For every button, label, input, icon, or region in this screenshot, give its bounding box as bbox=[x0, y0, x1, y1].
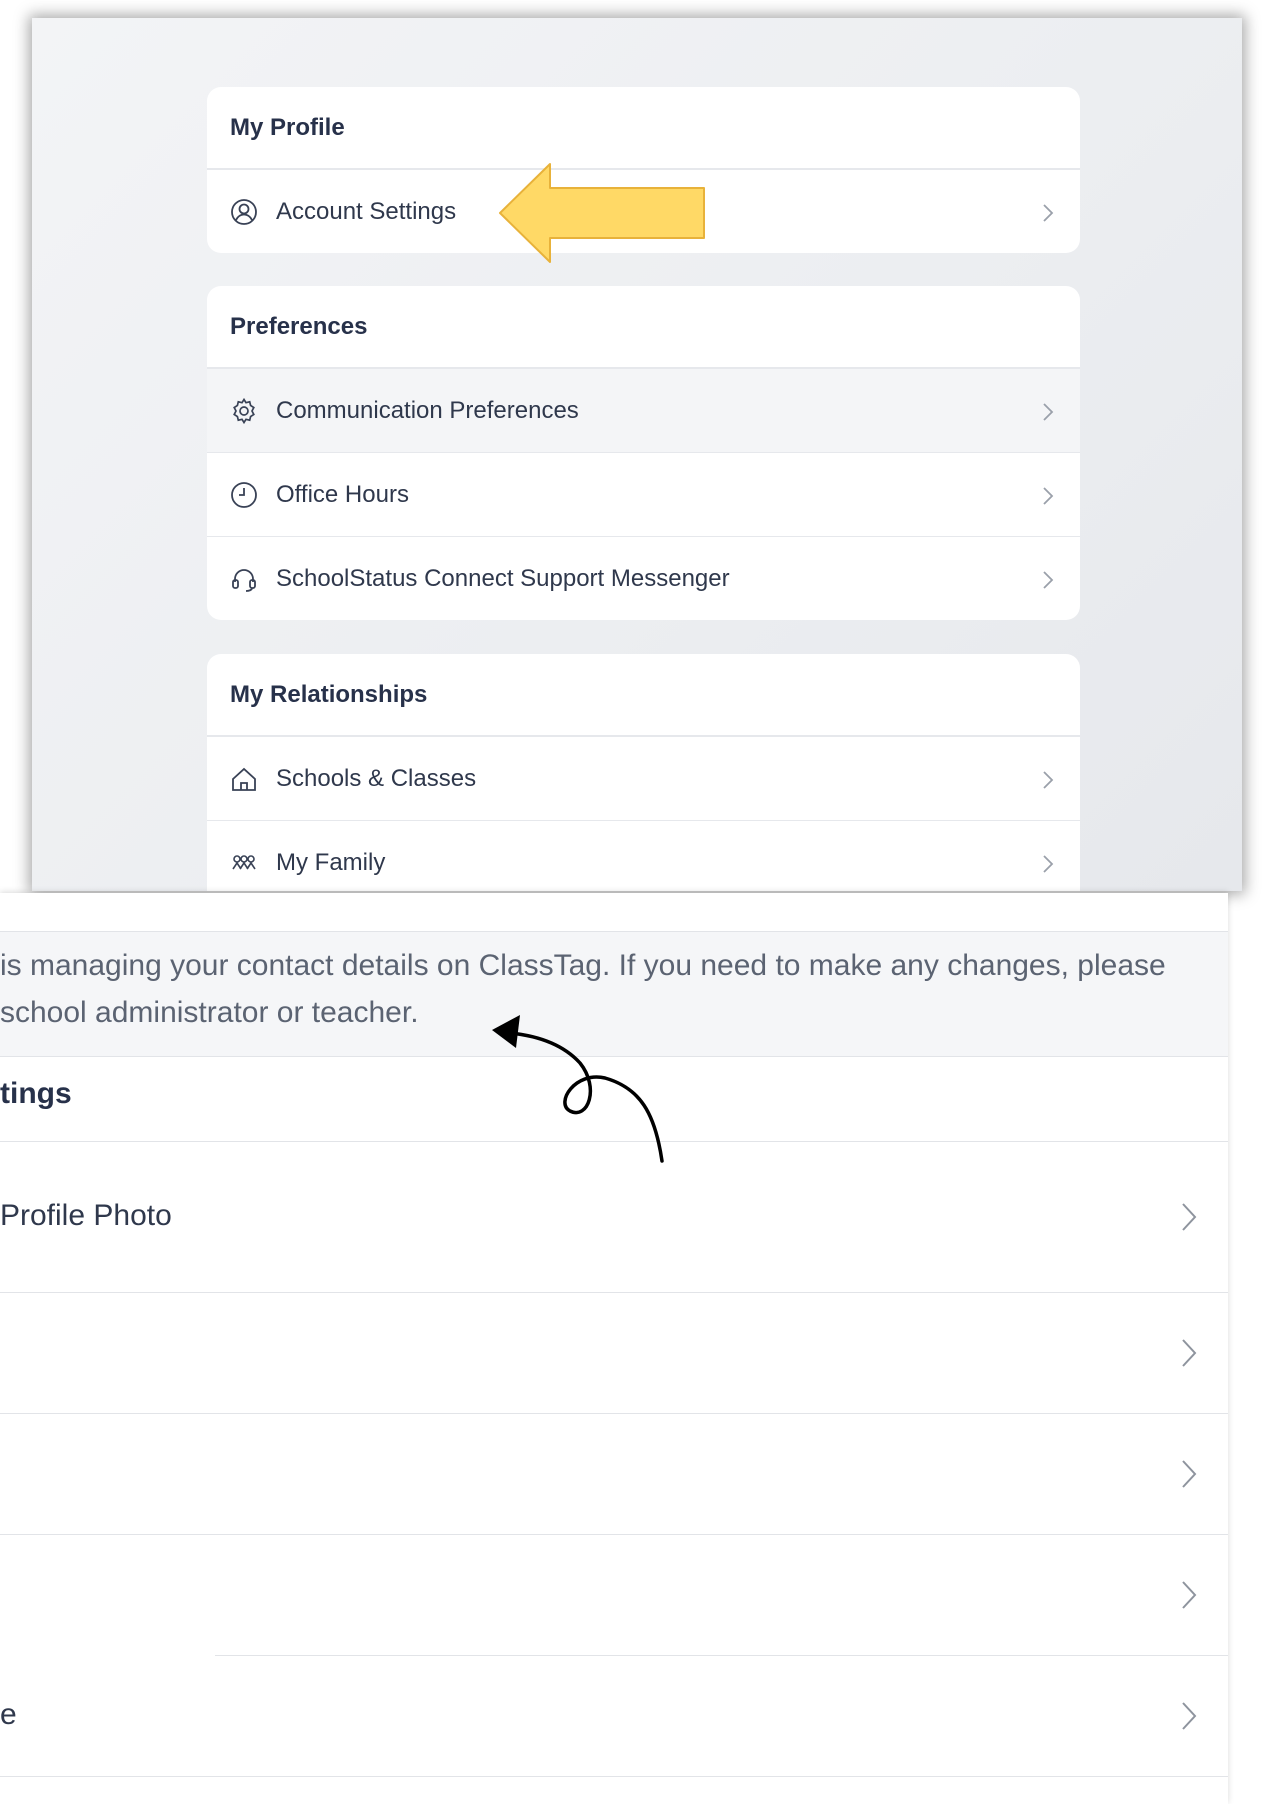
menu-item-label: Account Settings bbox=[276, 197, 457, 225]
home-icon bbox=[230, 765, 258, 793]
gear-icon bbox=[230, 397, 258, 425]
menu-item-my-family[interactable]: My Family bbox=[207, 820, 1080, 891]
card-title: Preferences bbox=[207, 286, 1080, 368]
settings-menu-screenshot: My Profile Account Settings Preferences … bbox=[32, 18, 1242, 891]
chevron-right-icon bbox=[1180, 1458, 1198, 1490]
section-title: tings bbox=[0, 1077, 72, 1110]
menu-item-label: Office Hours bbox=[276, 480, 409, 508]
user-circle-icon bbox=[230, 198, 258, 226]
account-settings-screenshot: is managing your contact details on Clas… bbox=[0, 893, 1228, 1804]
chevron-right-icon bbox=[1042, 853, 1054, 873]
chevron-right-icon bbox=[1042, 485, 1054, 505]
my-relationships-card: My Relationships Schools & Classes My Fa… bbox=[207, 654, 1080, 891]
chevron-right-icon bbox=[1180, 1700, 1198, 1732]
chevron-right-icon bbox=[1042, 769, 1054, 789]
menu-item-support-messenger[interactable]: SchoolStatus Connect Support Messenger bbox=[207, 536, 1080, 620]
menu-item-label: My Family bbox=[276, 848, 386, 876]
curly-arrow-annotation-icon bbox=[492, 1015, 664, 1163]
top-spacer bbox=[0, 893, 1228, 932]
settings-row[interactable] bbox=[0, 1535, 1228, 1655]
menu-item-label: Communication Preferences bbox=[276, 396, 579, 424]
card-title: My Relationships bbox=[207, 654, 1080, 736]
menu-item-label: Schools & Classes bbox=[276, 764, 477, 792]
family-icon bbox=[230, 849, 258, 877]
yellow-arrow-annotation-icon bbox=[499, 163, 705, 263]
settings-row-label: e bbox=[0, 1698, 17, 1731]
chevron-right-icon bbox=[1042, 401, 1054, 421]
settings-row-label: Profile Photo bbox=[0, 1199, 172, 1232]
menu-item-office-hours[interactable]: Office Hours bbox=[207, 452, 1080, 536]
notice-line-1: is managing your contact details on Clas… bbox=[0, 949, 1166, 982]
settings-row[interactable] bbox=[0, 1293, 1228, 1414]
chevron-right-icon bbox=[1180, 1579, 1198, 1611]
chevron-right-icon bbox=[1042, 202, 1054, 222]
menu-item-schools-classes[interactable]: Schools & Classes bbox=[207, 736, 1080, 820]
settings-row[interactable]: e bbox=[0, 1656, 1228, 1777]
card-title: My Profile bbox=[207, 87, 1080, 169]
menu-item-communication-preferences[interactable]: Communication Preferences bbox=[207, 368, 1080, 452]
headset-icon bbox=[230, 565, 258, 593]
preferences-card: Preferences Communication Preferences Of… bbox=[207, 286, 1080, 620]
chevron-right-icon bbox=[1180, 1337, 1198, 1369]
notice-line-2: school administrator or teacher. bbox=[0, 996, 419, 1029]
settings-row[interactable] bbox=[0, 1414, 1228, 1535]
chevron-right-icon bbox=[1180, 1201, 1198, 1233]
chevron-right-icon bbox=[1042, 569, 1054, 589]
clock-icon bbox=[230, 481, 258, 509]
menu-item-label: SchoolStatus Connect Support Messenger bbox=[276, 564, 730, 592]
